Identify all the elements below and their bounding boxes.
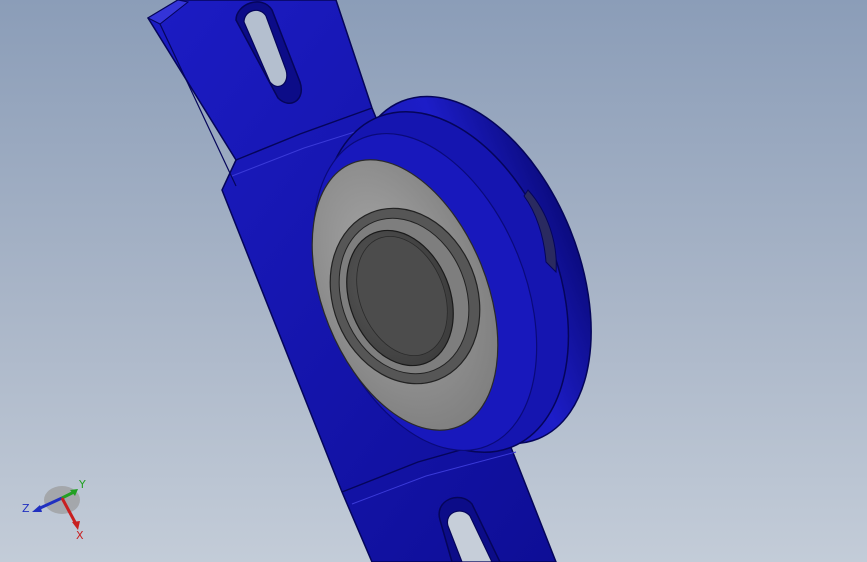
graphics-viewport[interactable]: Z Y X: [0, 0, 867, 562]
reference-triad: Z Y X: [20, 476, 92, 542]
triad-z-label: Z: [22, 502, 30, 515]
bearing-model[interactable]: [0, 0, 867, 562]
triad-y-label: Y: [78, 478, 86, 491]
triad-x-label: X: [76, 529, 84, 542]
